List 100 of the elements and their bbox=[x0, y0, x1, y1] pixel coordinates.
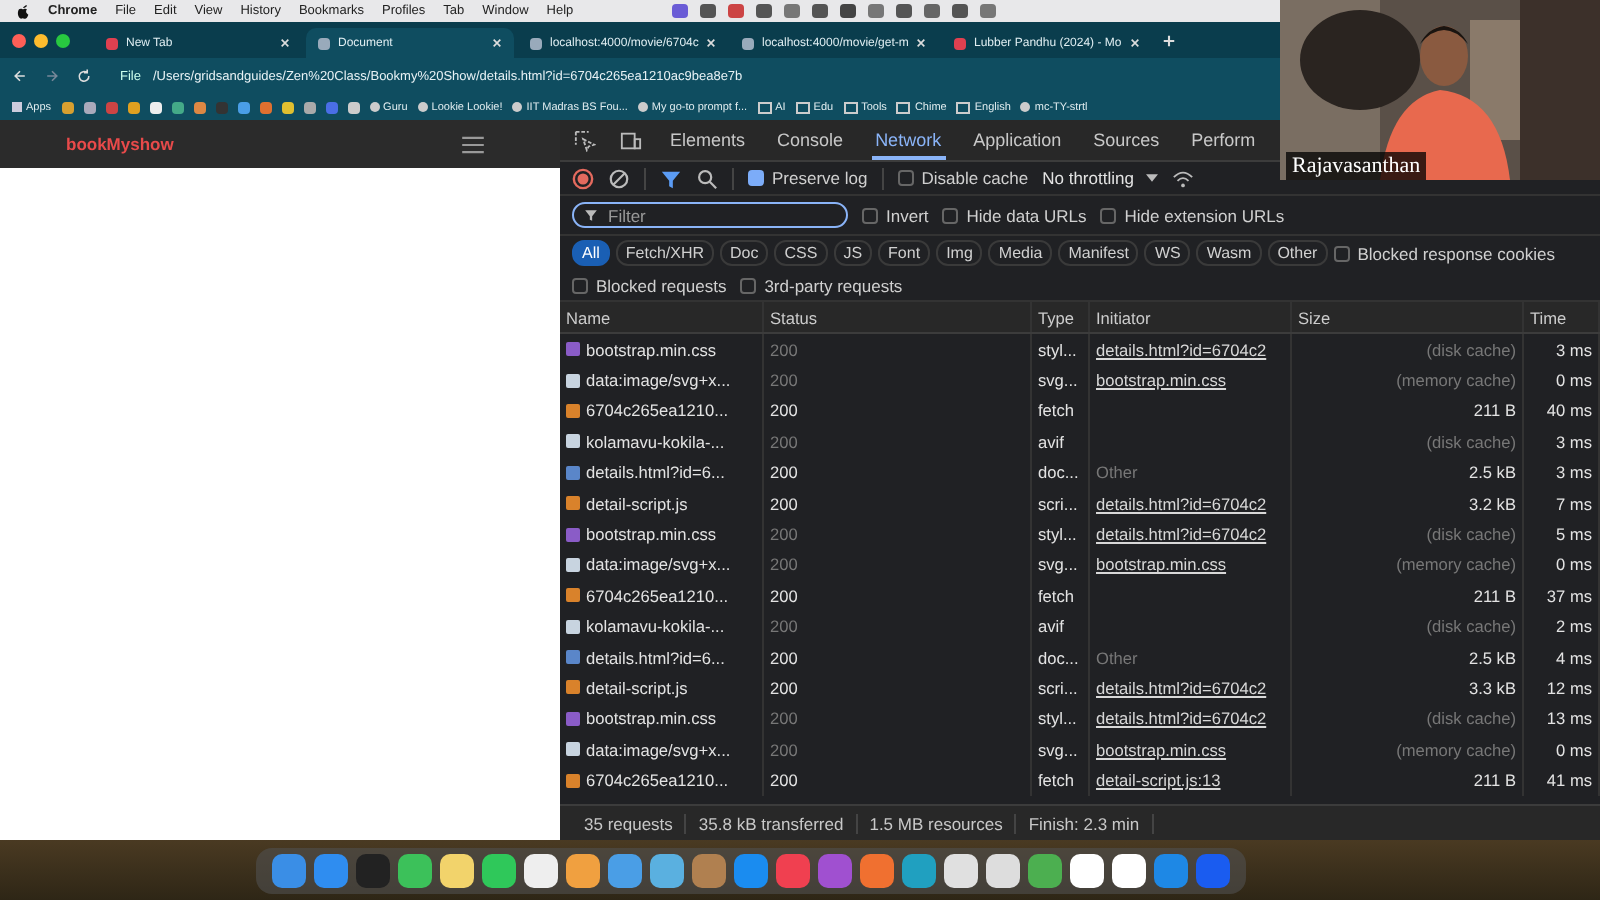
search-icon[interactable] bbox=[696, 167, 718, 189]
type-filter-chip[interactable]: Manifest bbox=[1058, 240, 1139, 266]
zoom-window-button[interactable] bbox=[56, 33, 70, 47]
type-filter-chip[interactable]: Font bbox=[878, 240, 931, 266]
request-name[interactable]: kolamavu-kokila-... bbox=[586, 616, 725, 637]
preserve-log-checkbox[interactable]: Preserve log bbox=[748, 168, 868, 188]
clear-icon[interactable] bbox=[608, 167, 630, 189]
status-cell: 200 bbox=[764, 672, 1032, 704]
size-cell: (memory cache) bbox=[1292, 549, 1524, 581]
app-icon[interactable] bbox=[439, 853, 473, 887]
column-header[interactable]: Name bbox=[560, 302, 764, 332]
type-filter-chip[interactable]: CSS bbox=[774, 240, 828, 266]
device-icon[interactable] bbox=[620, 129, 642, 151]
menu-icon[interactable] bbox=[462, 135, 484, 153]
initiator-link[interactable]: bootstrap.min.css bbox=[1096, 739, 1227, 760]
app-icon[interactable] bbox=[565, 853, 599, 887]
request-option-checkbox[interactable]: 3rd-party requests bbox=[740, 275, 903, 295]
app-icon[interactable] bbox=[943, 853, 977, 887]
request-name[interactable]: details.html?id=6... bbox=[586, 462, 725, 483]
status-cell: 200 bbox=[764, 334, 1032, 365]
request-name[interactable]: data:image/svg+x... bbox=[586, 554, 731, 575]
initiator-link[interactable]: details.html?id=6704c2 bbox=[1096, 677, 1267, 698]
brand-logo[interactable]: bookMyshow bbox=[66, 134, 174, 154]
record-icon[interactable] bbox=[572, 167, 594, 189]
column-header[interactable]: Type bbox=[1032, 302, 1090, 332]
column-header[interactable]: Time bbox=[1524, 302, 1600, 332]
time-cell: 41 ms bbox=[1524, 764, 1600, 796]
inspect-icon[interactable] bbox=[574, 129, 596, 151]
status-cell: 200 bbox=[764, 426, 1032, 458]
devtools-tab[interactable]: Perform bbox=[1187, 120, 1260, 160]
summary-text: Finish: 2.3 min bbox=[1016, 813, 1154, 833]
initiator-link[interactable]: bootstrap.min.css bbox=[1096, 554, 1227, 575]
filter-option-checkbox[interactable]: Invert bbox=[862, 205, 929, 225]
devtools-tab[interactable]: Sources bbox=[1089, 120, 1164, 160]
request-name[interactable]: bootstrap.min.css bbox=[586, 708, 717, 729]
disable-cache-checkbox[interactable]: Disable cache bbox=[897, 168, 1029, 188]
request-name[interactable]: data:image/svg+x... bbox=[586, 739, 731, 760]
column-header[interactable]: Status bbox=[764, 302, 1032, 332]
initiator-link[interactable]: bootstrap.min.css bbox=[1096, 370, 1227, 391]
new-tab-icon[interactable] bbox=[1162, 33, 1176, 47]
request-name[interactable]: details.html?id=6... bbox=[586, 647, 725, 668]
close-icon[interactable] bbox=[706, 38, 717, 48]
devtools-tab[interactable]: Console bbox=[773, 120, 848, 160]
filter-option-checkbox[interactable]: Hide data URLs bbox=[942, 205, 1087, 225]
devtools-tab[interactable]: Application bbox=[969, 120, 1066, 160]
blocked-cookies-checkbox[interactable]: Blocked response cookies bbox=[1333, 243, 1555, 263]
close-icon[interactable] bbox=[1129, 38, 1140, 48]
type-filter-chip[interactable]: Doc bbox=[720, 240, 769, 266]
status-cell: 200 bbox=[764, 487, 1032, 519]
size-cell: 211 B bbox=[1292, 395, 1524, 427]
request-name[interactable]: 6704c265ea1210... bbox=[586, 400, 729, 421]
close-icon[interactable] bbox=[280, 38, 290, 48]
initiator-link[interactable]: details.html?id=6704c2 bbox=[1096, 524, 1267, 545]
type-filter-chip[interactable]: JS bbox=[833, 240, 873, 266]
request-name[interactable]: data:image/svg+x... bbox=[586, 370, 731, 391]
type-filter-chip[interactable]: Wasm bbox=[1196, 240, 1262, 266]
minimize-window-button[interactable] bbox=[34, 33, 48, 47]
request-name[interactable]: detail-script.js bbox=[586, 677, 688, 698]
app-icon[interactable] bbox=[481, 853, 515, 887]
app-icon[interactable] bbox=[649, 853, 683, 887]
apple-icon[interactable] bbox=[16, 3, 30, 19]
app-icon[interactable] bbox=[1111, 853, 1145, 887]
file-icon bbox=[566, 711, 580, 726]
request-name[interactable]: 6704c265ea1210... bbox=[586, 770, 729, 791]
type-filter-chip[interactable]: Img bbox=[936, 240, 983, 266]
status-cell: 200 bbox=[764, 395, 1032, 427]
column-header[interactable]: Size bbox=[1292, 302, 1524, 332]
close-icon[interactable] bbox=[492, 38, 502, 48]
column-header[interactable]: Initiator bbox=[1090, 302, 1292, 332]
wifi-icon[interactable] bbox=[1171, 167, 1194, 189]
initiator-link[interactable]: details.html?id=6704c2 bbox=[1096, 708, 1267, 729]
filter-option-checkbox[interactable]: Hide extension URLs bbox=[1100, 205, 1285, 225]
type-filter-chip[interactable]: Fetch/XHR bbox=[615, 240, 715, 266]
filter-field[interactable]: Filter bbox=[572, 202, 848, 228]
request-name[interactable]: bootstrap.min.css bbox=[586, 524, 717, 545]
type-filter-chip[interactable]: All bbox=[572, 240, 610, 266]
close-window-button[interactable] bbox=[12, 33, 26, 47]
app-icon[interactable] bbox=[397, 853, 431, 887]
initiator-link[interactable]: details.html?id=6704c2 bbox=[1096, 339, 1267, 360]
request-name[interactable]: 6704c265ea1210... bbox=[586, 585, 729, 606]
reload-icon[interactable] bbox=[76, 68, 92, 84]
devtools-tab[interactable]: Network bbox=[871, 120, 946, 160]
type-cell: doc... bbox=[1032, 641, 1090, 673]
request-name[interactable]: kolamavu-kokila-... bbox=[586, 431, 725, 452]
request-option-checkbox[interactable]: Blocked requests bbox=[572, 275, 727, 295]
app-icon[interactable] bbox=[1069, 853, 1103, 887]
initiator-link[interactable]: detail-script.js:13 bbox=[1096, 770, 1221, 791]
request-name[interactable]: bootstrap.min.css bbox=[586, 339, 717, 360]
type-filter-chip[interactable]: WS bbox=[1144, 240, 1191, 266]
type-filter-chip[interactable]: Media bbox=[988, 240, 1053, 266]
close-icon[interactable] bbox=[916, 38, 927, 48]
request-name[interactable]: detail-script.js bbox=[586, 493, 688, 514]
app-icon[interactable] bbox=[523, 853, 557, 887]
filter-icon[interactable] bbox=[660, 167, 682, 189]
back-icon[interactable] bbox=[12, 68, 28, 84]
type-filter-chip[interactable]: Other bbox=[1267, 240, 1328, 266]
initiator-link[interactable]: details.html?id=6704c2 bbox=[1096, 493, 1267, 514]
app-icon[interactable] bbox=[985, 853, 1019, 887]
throttling-dropdown[interactable]: No throttling bbox=[1042, 168, 1158, 188]
devtools-tab[interactable]: Elements bbox=[666, 120, 750, 160]
